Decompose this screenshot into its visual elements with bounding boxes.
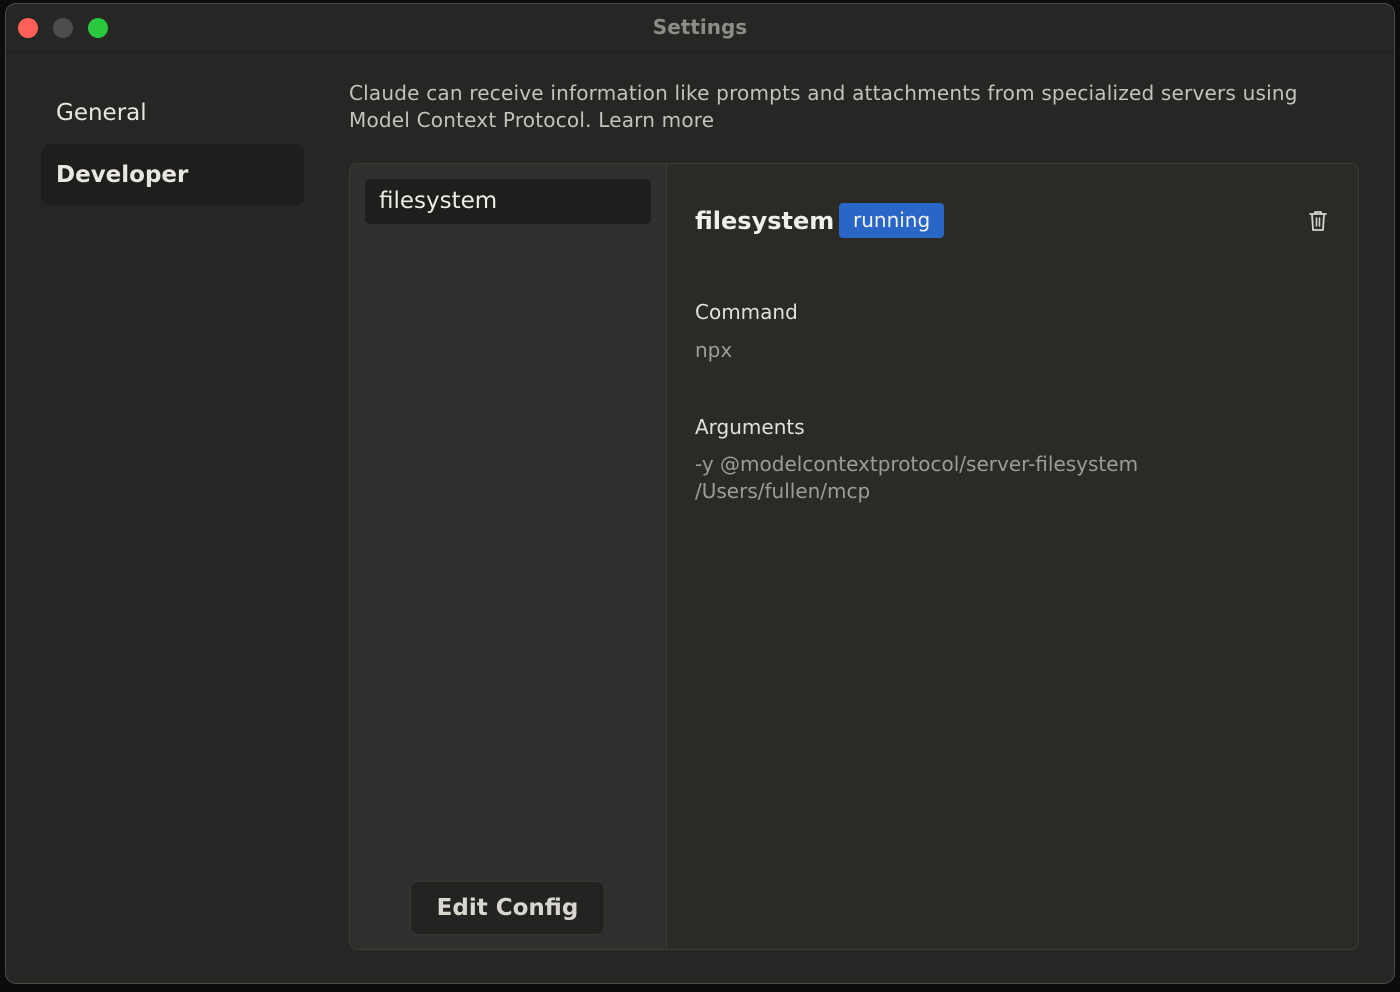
trash-icon[interactable]	[1308, 210, 1328, 232]
command-value: npx	[695, 338, 733, 362]
server-list: filesystem Edit Config	[350, 164, 667, 949]
edit-config-button[interactable]: Edit Config	[410, 881, 605, 935]
mcp-servers-panel: filesystem Edit Config filesystem runnin…	[349, 163, 1359, 950]
command-label: Command	[695, 300, 798, 324]
mcp-description: Claude can receive information like prom…	[349, 81, 1298, 132]
sidebar-item-developer[interactable]: Developer	[41, 144, 304, 206]
settings-window: Settings General Developer Claude can re…	[5, 3, 1395, 984]
status-badge: running	[839, 203, 945, 238]
server-detail: filesystem running Command npx Arguments…	[667, 164, 1358, 949]
sidebar-item-general[interactable]: General	[41, 82, 304, 144]
arguments-value: -y @modelcontextprotocol/server-filesyst…	[695, 452, 1139, 503]
window-title: Settings	[652, 15, 748, 39]
arguments-label: Arguments	[695, 415, 805, 439]
title-bar: Settings	[6, 4, 1394, 53]
server-list-item-filesystem[interactable]: filesystem	[365, 179, 651, 224]
server-detail-title: filesystem	[695, 207, 835, 235]
